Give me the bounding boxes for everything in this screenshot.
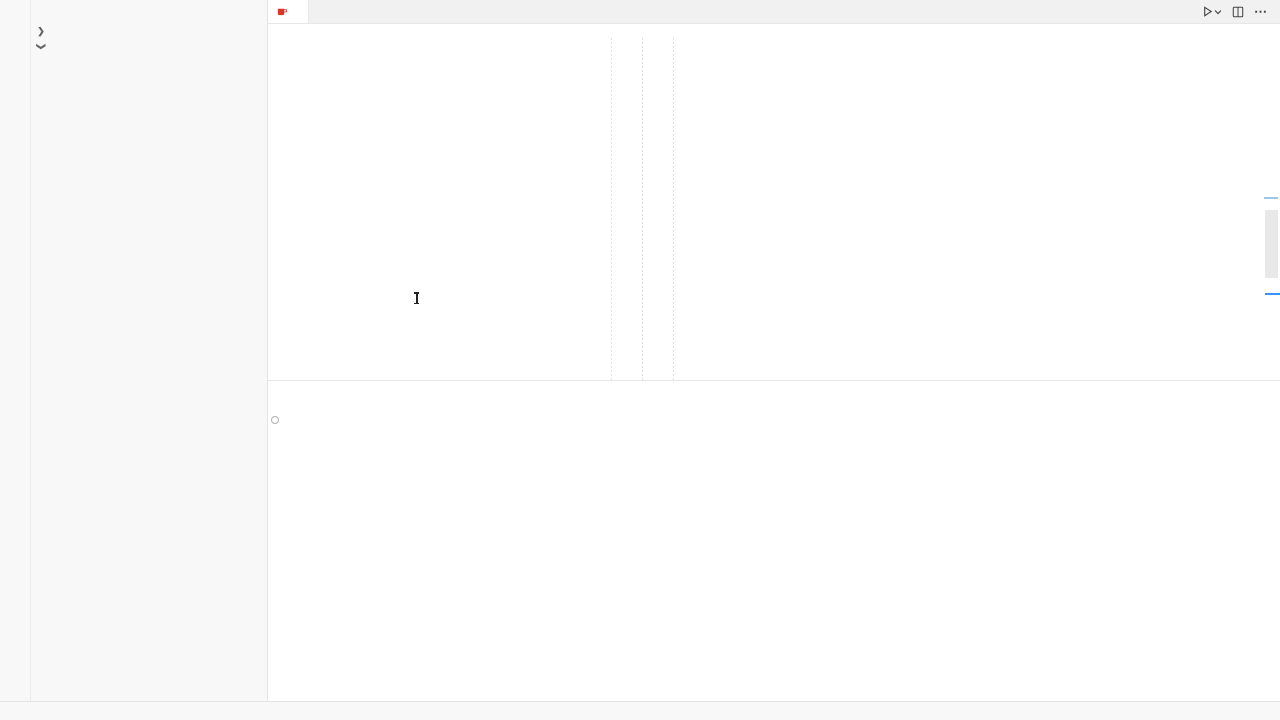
- workspace-root-section[interactable]: ❯: [31, 39, 267, 54]
- mouse-ibeam-cursor: [413, 292, 420, 304]
- chevron-down-icon: ❯: [36, 41, 47, 53]
- activity-bar: [0, 0, 31, 702]
- split-editor-icon[interactable]: [1232, 6, 1244, 18]
- tab-binary-search-tree[interactable]: [268, 0, 309, 23]
- terminal[interactable]: [268, 403, 1280, 411]
- editor-group: ⋯: [268, 0, 1280, 380]
- bottom-panel: [268, 380, 1280, 703]
- overview-modified-mark: [1264, 197, 1278, 199]
- chevron-right-icon: ❯: [35, 26, 47, 37]
- editor-actions: ⋯: [1191, 0, 1280, 23]
- explorer-sidebar: ❯ ❯: [31, 0, 268, 702]
- command-decoration-icon: [271, 416, 279, 424]
- vscode-window: ❯ ❯ ⋯: [0, 0, 1280, 720]
- status-bar: [0, 701, 1280, 720]
- minimap[interactable]: [1186, 38, 1262, 338]
- panel-tab-bar: [268, 381, 1280, 403]
- tab-bar: ⋯: [268, 0, 1280, 24]
- run-button[interactable]: [1201, 5, 1222, 18]
- more-actions-icon[interactable]: ⋯: [1254, 4, 1268, 20]
- editor-scrollbar[interactable]: [1265, 210, 1278, 278]
- overview-cursor-mark: [1265, 293, 1280, 295]
- sidebar-header: [31, 0, 267, 24]
- breadcrumb: [268, 24, 1280, 39]
- code-area[interactable]: [268, 38, 1185, 380]
- open-editors-section[interactable]: ❯: [31, 24, 267, 39]
- java-file-icon: [276, 6, 287, 17]
